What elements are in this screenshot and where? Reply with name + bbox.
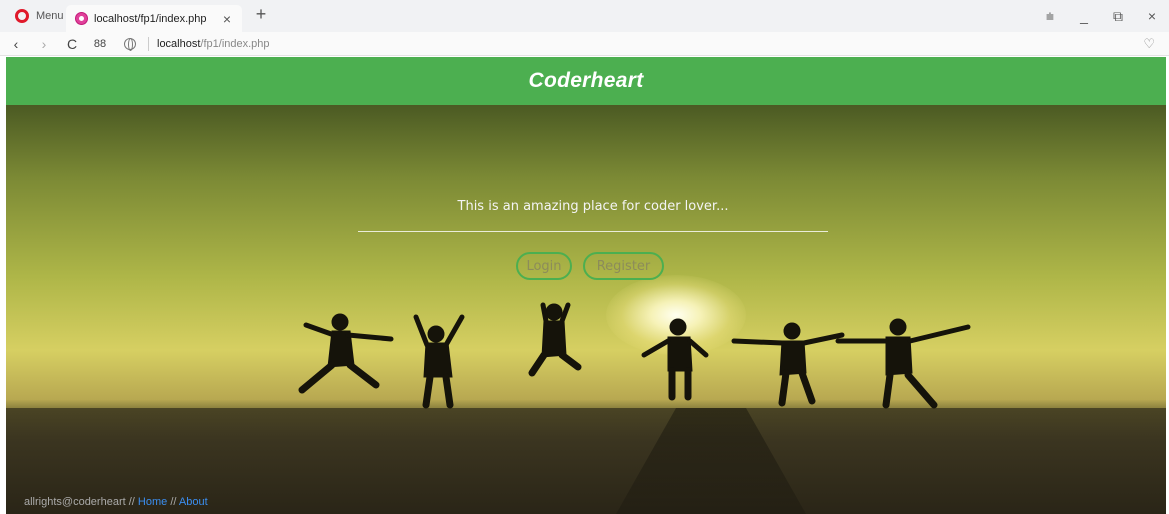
login-button[interactable]: Login [516, 252, 572, 280]
close-window-button[interactable]: × [1135, 8, 1169, 24]
window-controls: ⩧ _ ⧉ × [1033, 0, 1169, 32]
menu-label: Menu [36, 10, 64, 22]
hero-background: This is an amazing place for coder lover… [6, 105, 1166, 514]
register-button[interactable]: Register [583, 252, 664, 280]
new-tab-button[interactable]: + [250, 4, 272, 25]
footer-separator: // [170, 496, 177, 508]
url-field[interactable]: localhost/fp1/index.php [124, 34, 1164, 54]
tab-title: localhost/fp1/index.php [94, 12, 207, 25]
footer-copyright: allrights@coderheart [24, 496, 126, 508]
footer-separator: // [128, 496, 135, 508]
url-divider [148, 37, 149, 51]
tab-bar: Menu localhost/fp1/index.php × + ⩧ _ ⧉ × [0, 0, 1169, 32]
hero-tagline: This is an amazing place for coder lover… [457, 199, 729, 214]
back-button[interactable]: ‹ [4, 36, 28, 52]
opera-menu-button[interactable]: Menu [0, 0, 74, 32]
favicon-icon [75, 12, 88, 25]
url-path: /fp1/index.php [200, 38, 270, 50]
forward-button[interactable]: › [32, 36, 56, 52]
address-bar: ‹ › C 88 localhost/fp1/index.php [0, 32, 1169, 56]
url-host: localhost [157, 38, 201, 50]
site-header: Coderheart [6, 57, 1166, 105]
restore-button[interactable]: ⧉ [1101, 8, 1135, 25]
tab-close-icon[interactable]: × [218, 11, 236, 27]
minimize-button[interactable]: _ [1067, 8, 1101, 24]
footer-about-link[interactable]: About [179, 496, 208, 508]
opera-logo-icon [15, 9, 29, 23]
footer-home-link[interactable]: Home [138, 496, 167, 508]
browser-tab-active[interactable]: localhost/fp1/index.php × [66, 5, 242, 32]
heart-icon[interactable]: ♡ [1143, 36, 1155, 52]
footer: allrights@coderheart // Home // About [24, 496, 208, 508]
reload-button[interactable]: C [60, 36, 84, 52]
easy-setup-icon[interactable]: ⩧ [1033, 8, 1067, 25]
tagline-underline [358, 231, 828, 232]
site-title: Coderheart [528, 69, 644, 92]
speed-dial-icon[interactable]: 88 [88, 38, 112, 50]
jumping-silhouettes-image [298, 302, 971, 409]
globe-icon [124, 38, 136, 51]
